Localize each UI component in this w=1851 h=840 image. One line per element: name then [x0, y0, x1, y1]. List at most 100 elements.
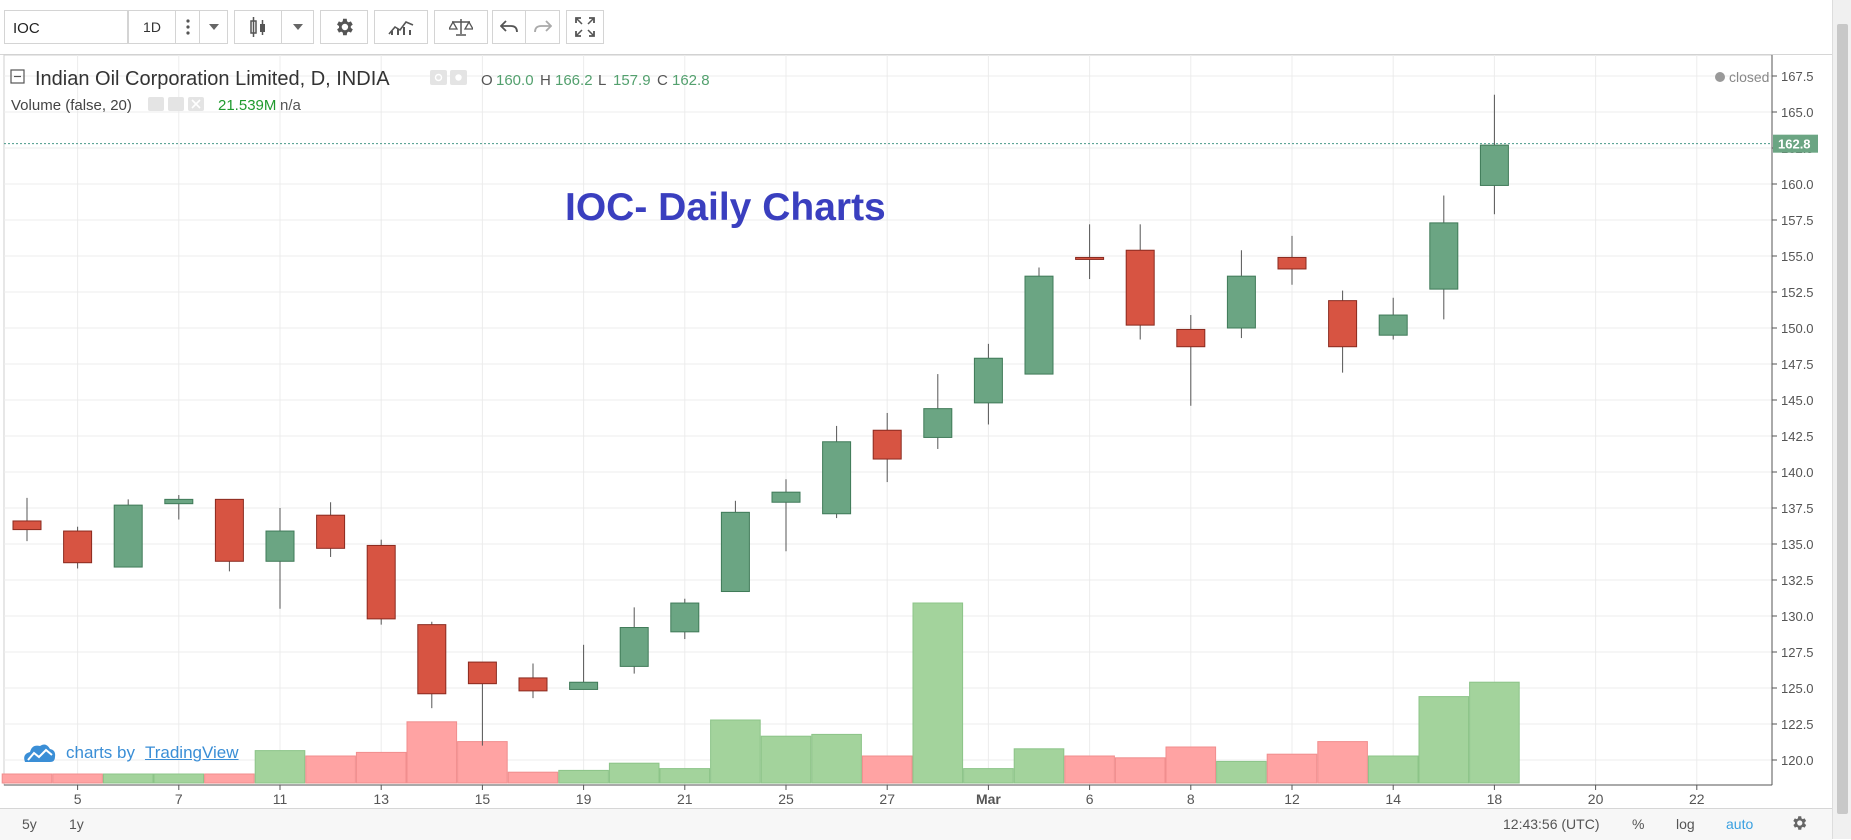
volume-bar [861, 755, 913, 784]
candle-body[interactable] [265, 530, 295, 562]
volume-bar [1367, 755, 1419, 784]
time-tick-label: 20 [1588, 791, 1604, 807]
time-tick-label: 14 [1385, 791, 1401, 807]
last-price-tag: 162.8 [1773, 134, 1818, 153]
candle-body[interactable] [1176, 328, 1206, 348]
candle-body[interactable] [1075, 256, 1105, 260]
price-tick-label: 160.0 [1781, 177, 1814, 192]
time-tick-label: 27 [879, 791, 895, 807]
candle-body[interactable] [822, 441, 852, 515]
volume-bar [507, 771, 559, 784]
price-tick-label: 152.5 [1781, 285, 1814, 300]
candle-body[interactable] [518, 677, 548, 692]
chart-annotation-text: IOC- Daily Charts [565, 186, 886, 229]
candle-body[interactable] [1125, 249, 1155, 326]
high-value: 166.2 [555, 72, 593, 89]
candle-body[interactable] [467, 661, 497, 685]
candle-body[interactable] [1277, 256, 1307, 270]
vertical-scrollbar[interactable] [1832, 0, 1851, 839]
volume-indicator-label: Volume (false, 20) [11, 97, 132, 114]
range-1y-button[interactable]: 1y [69, 816, 84, 832]
candle-body[interactable] [63, 530, 93, 564]
candle-body[interactable] [1479, 144, 1509, 186]
volume-bar [305, 755, 356, 784]
open-label: O [481, 72, 493, 89]
price-axis[interactable]: 120.0 122.5 125.0 127.5 130.0 132.5 135.0 137.5… [1771, 55, 1814, 785]
price-tick-label: 147.5 [1781, 357, 1814, 372]
candle-body[interactable] [316, 514, 346, 549]
candle-body[interactable] [417, 624, 447, 695]
candle-body[interactable] [1378, 314, 1408, 336]
time-tick-label: 12 [1284, 791, 1300, 807]
volume-bar [1013, 748, 1065, 784]
time-tick-label: 13 [373, 791, 389, 807]
candle-body[interactable] [569, 681, 599, 690]
price-tick-label: 150.0 [1781, 321, 1814, 336]
series-title: Indian Oil Corporation Limited, D, INDIA [35, 68, 390, 90]
volume-value: 21.539M [218, 97, 276, 114]
candle-body[interactable] [1226, 275, 1256, 329]
price-tick-label: 155.0 [1781, 249, 1814, 264]
range-5y-button[interactable]: 5y [22, 816, 37, 832]
volume-bar [1165, 746, 1217, 784]
scrollbar-thumb[interactable] [1837, 24, 1848, 814]
volume-bar [1, 773, 53, 784]
tradingview-watermark[interactable]: charts by TradingView [22, 742, 239, 764]
high-label: H [540, 72, 551, 89]
volume-bar [254, 750, 306, 784]
volume-settings-icon[interactable] [168, 97, 184, 111]
time-tick-label: 8 [1187, 791, 1195, 807]
time-tick-label: 7 [175, 791, 183, 807]
price-tick-label: 145.0 [1781, 393, 1814, 408]
volume-bar [1266, 753, 1318, 784]
time-tick-label: 6 [1086, 791, 1094, 807]
close-label: C [657, 72, 668, 89]
last-price-label: 162.8 [1778, 137, 1811, 152]
watermark-prefix: charts by [66, 743, 135, 762]
volume-bar [1317, 741, 1368, 784]
time-tick-label: 19 [576, 791, 592, 807]
close-value: 162.8 [672, 72, 710, 89]
volume-bar [1216, 760, 1267, 784]
time-tick-label: 22 [1689, 791, 1705, 807]
volume-bar [1469, 681, 1520, 784]
chart-window: IOC 1D 120.0 122.5 125.0 127.5 130.0 132… [0, 0, 1851, 840]
price-tick-label: 127.5 [1781, 645, 1814, 660]
percent-scale-button[interactable]: % [1632, 816, 1644, 832]
volume-bar [1114, 757, 1166, 784]
candle-body[interactable] [164, 498, 194, 505]
price-tick-label: 132.5 [1781, 573, 1814, 588]
candle-body[interactable] [619, 627, 649, 667]
candle-body[interactable] [771, 491, 801, 503]
candle-body[interactable] [720, 511, 750, 593]
volume-bar [1064, 755, 1115, 784]
legend-eye-icon[interactable] [430, 70, 447, 85]
candle-body[interactable] [923, 408, 953, 438]
candle-body[interactable] [366, 544, 396, 620]
price-tick-label: 167.5 [1781, 69, 1814, 84]
volume-bar [963, 768, 1014, 784]
time-tick-label: 21 [677, 791, 693, 807]
volume-remove-icon[interactable] [188, 97, 204, 111]
candle-body[interactable] [113, 504, 143, 568]
log-scale-button[interactable]: log [1676, 816, 1695, 832]
time-axis[interactable]: 5 7 11 13 15 19 21 25 27 Mar 6 8 12 14 18 20 22 [4, 784, 1772, 807]
price-chart[interactable]: 120.0 122.5 125.0 127.5 130.0 132.5 135.0 137.5… [0, 0, 1832, 808]
market-status-dot [1715, 72, 1725, 82]
settings-gear-icon[interactable] [1790, 814, 1808, 835]
market-status: closed [1729, 69, 1769, 85]
volume-bar [608, 762, 660, 784]
candle-body[interactable] [973, 357, 1003, 404]
candle-body[interactable] [12, 520, 42, 531]
tradingview-link[interactable]: TradingView [145, 743, 239, 763]
auto-scale-button[interactable]: auto [1726, 816, 1753, 832]
candle-body[interactable] [1024, 275, 1054, 375]
candle-body[interactable] [214, 498, 244, 562]
legend-settings-icon[interactable] [450, 70, 467, 85]
candle-body[interactable] [1429, 222, 1459, 290]
candle-body[interactable] [1328, 300, 1358, 348]
price-tick-label: 120.0 [1781, 753, 1814, 768]
candle-body[interactable] [872, 429, 902, 460]
candle-body[interactable] [670, 602, 700, 633]
volume-eye-icon[interactable] [148, 97, 164, 111]
